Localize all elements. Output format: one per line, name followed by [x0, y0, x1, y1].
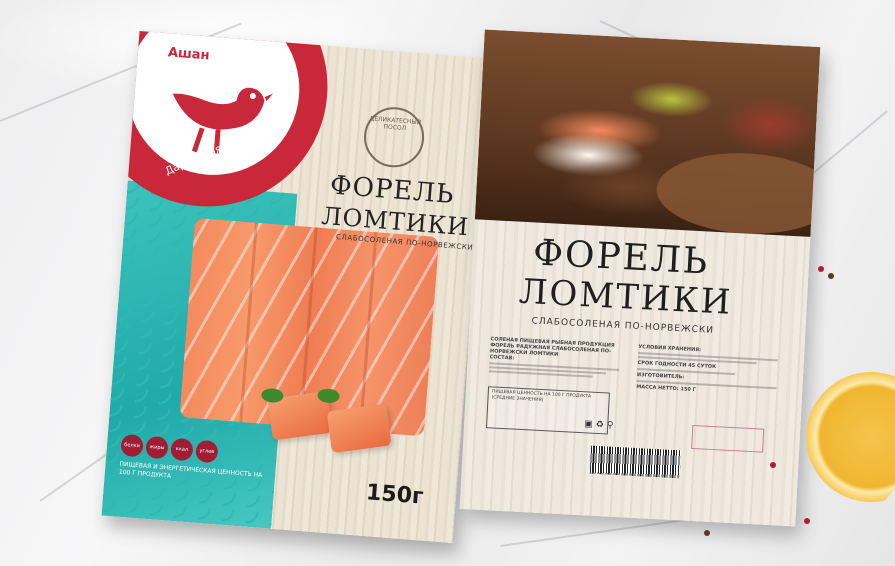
quality-stamp: ДЕЛИКАТЕСНЫЙ ПОСОЛ [361, 104, 427, 170]
recycle-icon: ♻ [595, 419, 608, 431]
marble-background: Ашан Дары моря у вас дома! ДЕЛИКАТЕСНЫЙ … [0, 0, 895, 566]
peppercorn [804, 518, 810, 524]
serving-photo [474, 29, 821, 239]
barcode [589, 445, 682, 479]
net-weight: 150г [365, 480, 425, 510]
partner-logo-icon [691, 424, 765, 453]
brand-logo-text: Ашан [167, 45, 211, 64]
eac-mark-icon: ▣ [584, 419, 597, 430]
nutrition-badge: ккал [170, 437, 194, 462]
peppercorn [828, 273, 834, 279]
back-package: ФОРЕЛЬ ЛОМТИКИ СЛАБОСОЛЕНАЯ ПО-НОРВЕЖСКИ… [459, 29, 821, 527]
product-info-block: СОЛЕНАЯ ПИЩЕВАЯ РЫБНАЯ ПРОДУКЦИЯ ФОРЕЛЬ … [488, 336, 621, 381]
fish-piece [326, 403, 392, 454]
fish-pieces-illustration [257, 372, 403, 463]
front-package: Ашан Дары моря у вас дома! ДЕЛИКАТЕСНЫЙ … [101, 30, 491, 544]
glass-fork-icon: ⚲ [606, 420, 617, 431]
lemon-wedge [806, 372, 895, 502]
peppercorn [818, 266, 824, 272]
nutrition-badge: белки [120, 433, 144, 458]
nutrition-badge: жиры [145, 435, 169, 460]
stamp-text: ДЕЛИКАТЕСНЫЙ ПОСОЛ [369, 115, 422, 133]
peppercorn [704, 530, 710, 536]
nutrition-badge: углев [194, 439, 219, 464]
certification-icons: ▣♻⚲ [584, 419, 617, 431]
nutrition-table-head: ПИЩЕВАЯ ЦЕННОСТЬ НА 100 Г ПРОДУКТА (СРЕД… [491, 389, 592, 404]
storage-info-block: УСЛОВИЯ ХРАНЕНИЯ: СРОК ГОДНОСТИ 45 СУТОК… [636, 344, 778, 397]
slice-edge [239, 222, 258, 423]
wooden-board [654, 148, 821, 239]
peppercorn [770, 462, 776, 468]
